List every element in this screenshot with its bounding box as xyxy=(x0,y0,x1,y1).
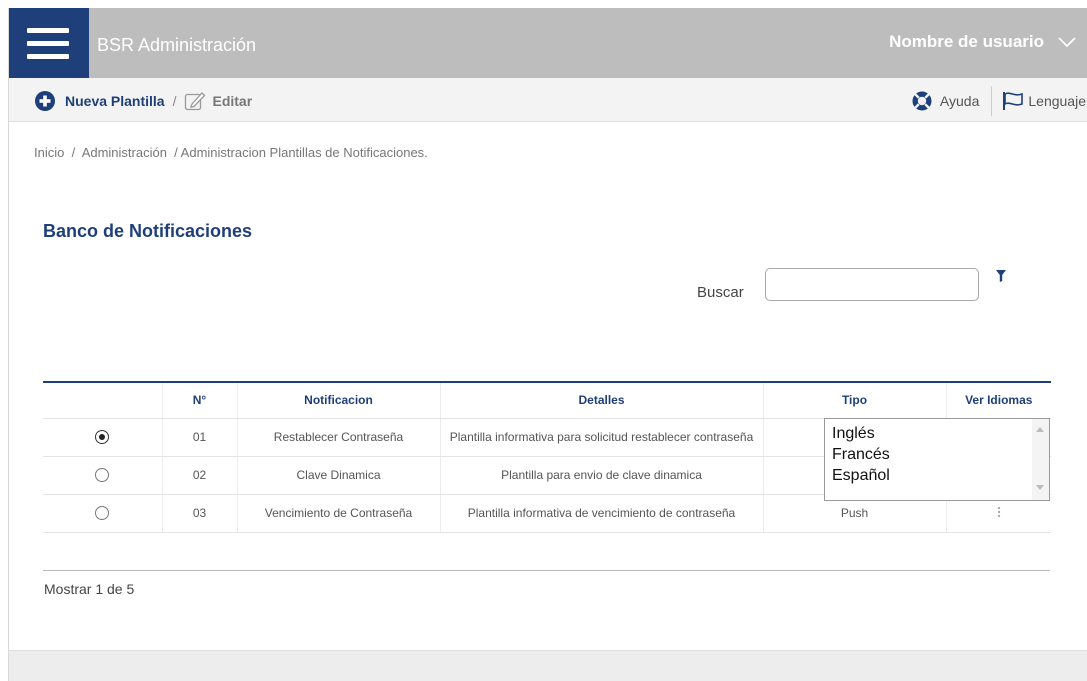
language-option[interactable]: Francés xyxy=(825,444,1049,465)
cell-details: Plantilla informativa para solicitud res… xyxy=(440,418,764,457)
language-button[interactable]: Lenguaje xyxy=(991,86,1087,116)
edit-label: Editar xyxy=(212,93,253,109)
breadcrumb: Inicio / Administración / Administracion… xyxy=(34,145,428,160)
help-button[interactable]: Ayuda xyxy=(900,87,991,115)
user-menu[interactable]: Nombre de usuario xyxy=(889,32,1076,52)
footer-bar xyxy=(9,650,1087,681)
chevron-down-icon xyxy=(1058,37,1076,47)
cell-number: 02 xyxy=(162,456,238,495)
lifebuoy-icon xyxy=(912,91,932,111)
edit-button[interactable]: Editar xyxy=(184,90,252,112)
app-header: BSR Administración Nombre de usuario xyxy=(9,8,1087,78)
cell-number: 01 xyxy=(162,418,238,457)
app-title: BSR Administración xyxy=(97,35,257,55)
column-header-type[interactable]: Tipo xyxy=(763,382,947,419)
more-options-icon[interactable] xyxy=(997,506,1001,518)
toolbar-separator: / xyxy=(172,93,177,109)
scroll-down-arrow-icon[interactable] xyxy=(1036,485,1044,490)
cell-details: Plantilla para envio de clave dinamica xyxy=(440,456,764,495)
cell-notification: Restablecer Contraseña xyxy=(237,418,441,457)
row-radio[interactable] xyxy=(95,468,110,483)
table-divider xyxy=(43,570,1050,571)
cell-notification: Vencimiento de Contraseña xyxy=(237,494,441,533)
search-input[interactable] xyxy=(765,268,979,301)
language-listbox[interactable]: Inglés Francés Español xyxy=(824,418,1050,501)
column-header-view-languages[interactable]: Ver Idiomas xyxy=(946,382,1051,419)
page-title: Banco de Notificaciones xyxy=(43,221,253,241)
language-option[interactable]: Español xyxy=(825,465,1049,486)
hamburger-icon[interactable] xyxy=(9,8,89,78)
plus-circle-icon xyxy=(35,91,55,111)
column-header-details[interactable]: Detalles xyxy=(440,382,764,419)
edit-pencil-icon xyxy=(185,92,206,111)
user-name: Nombre de usuario xyxy=(889,32,1044,51)
new-template-button[interactable]: Nueva Plantilla xyxy=(35,91,165,111)
help-label: Ayuda xyxy=(939,93,980,109)
search-label: Buscar xyxy=(697,284,744,301)
app-frame: BSR Administración Nombre de usuario Nue… xyxy=(8,8,1087,681)
column-header-notification[interactable]: Notificacion xyxy=(237,382,441,419)
listbox-scrollbar[interactable] xyxy=(1032,419,1049,500)
flag-icon xyxy=(1003,92,1024,110)
new-template-label: Nueva Plantilla xyxy=(65,93,165,109)
cell-details: Plantilla informativa de vencimiento de … xyxy=(440,494,764,533)
pagination-info: Mostrar 1 de 5 xyxy=(44,581,135,597)
row-radio-selected[interactable] xyxy=(95,430,110,445)
cell-number: 03 xyxy=(162,494,238,533)
filter-icon[interactable] xyxy=(996,270,1006,282)
cell-notification: Clave Dinamica xyxy=(237,456,441,495)
table-header-row: N° Notificacion Detalles Tipo Ver Idioma… xyxy=(43,382,1051,419)
scroll-up-arrow-icon[interactable] xyxy=(1036,427,1044,432)
toolbar: Nueva Plantilla / Editar Ayuda Lenguaje xyxy=(9,78,1087,122)
language-label: Lenguaje xyxy=(1028,93,1086,109)
language-option[interactable]: Inglés xyxy=(825,423,1049,444)
row-radio[interactable] xyxy=(95,506,110,521)
column-header-number[interactable]: N° xyxy=(162,382,238,419)
column-header-select xyxy=(43,382,163,419)
